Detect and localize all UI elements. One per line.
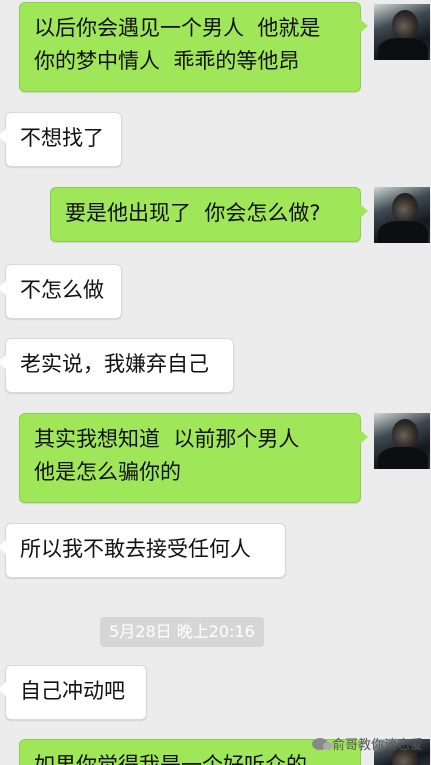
message-bubble-outgoing[interactable]: 要是他出现了 你会怎么做? bbox=[50, 187, 368, 242]
message-bubble-incoming[interactable]: 自己冲动吧 bbox=[0, 665, 147, 720]
message-bubble-outgoing[interactable]: 其实我想知道 以前那个男人 他是怎么骗你的 bbox=[19, 413, 368, 503]
avatar[interactable] bbox=[374, 187, 430, 243]
avatar[interactable] bbox=[374, 413, 430, 469]
avatar[interactable] bbox=[374, 4, 430, 60]
message-bubble-incoming[interactable]: 不想找了 bbox=[0, 112, 122, 167]
timestamp-divider: 5月28日 晚上20:16 bbox=[100, 617, 264, 647]
wechat-icon bbox=[311, 737, 333, 750]
message-bubble-incoming[interactable]: 不怎么做 bbox=[0, 264, 122, 319]
message-bubble-incoming[interactable]: 老实说，我嫌弃自己 bbox=[0, 338, 234, 393]
message-bubble-outgoing[interactable]: 以后你会遇见一个男人 他就是 你的梦中情人 乖乖的等他昂 bbox=[19, 2, 368, 92]
message-bubble-incoming[interactable]: 所以我不敢去接受任何人 bbox=[0, 523, 286, 578]
watermark-text: 俞哥教你谈恋爱 bbox=[331, 738, 423, 753]
watermark: 俞哥教你谈恋爱 bbox=[311, 734, 423, 753]
message-bubble-outgoing[interactable]: 如果你觉得我是一个好听众的 bbox=[19, 739, 361, 765]
